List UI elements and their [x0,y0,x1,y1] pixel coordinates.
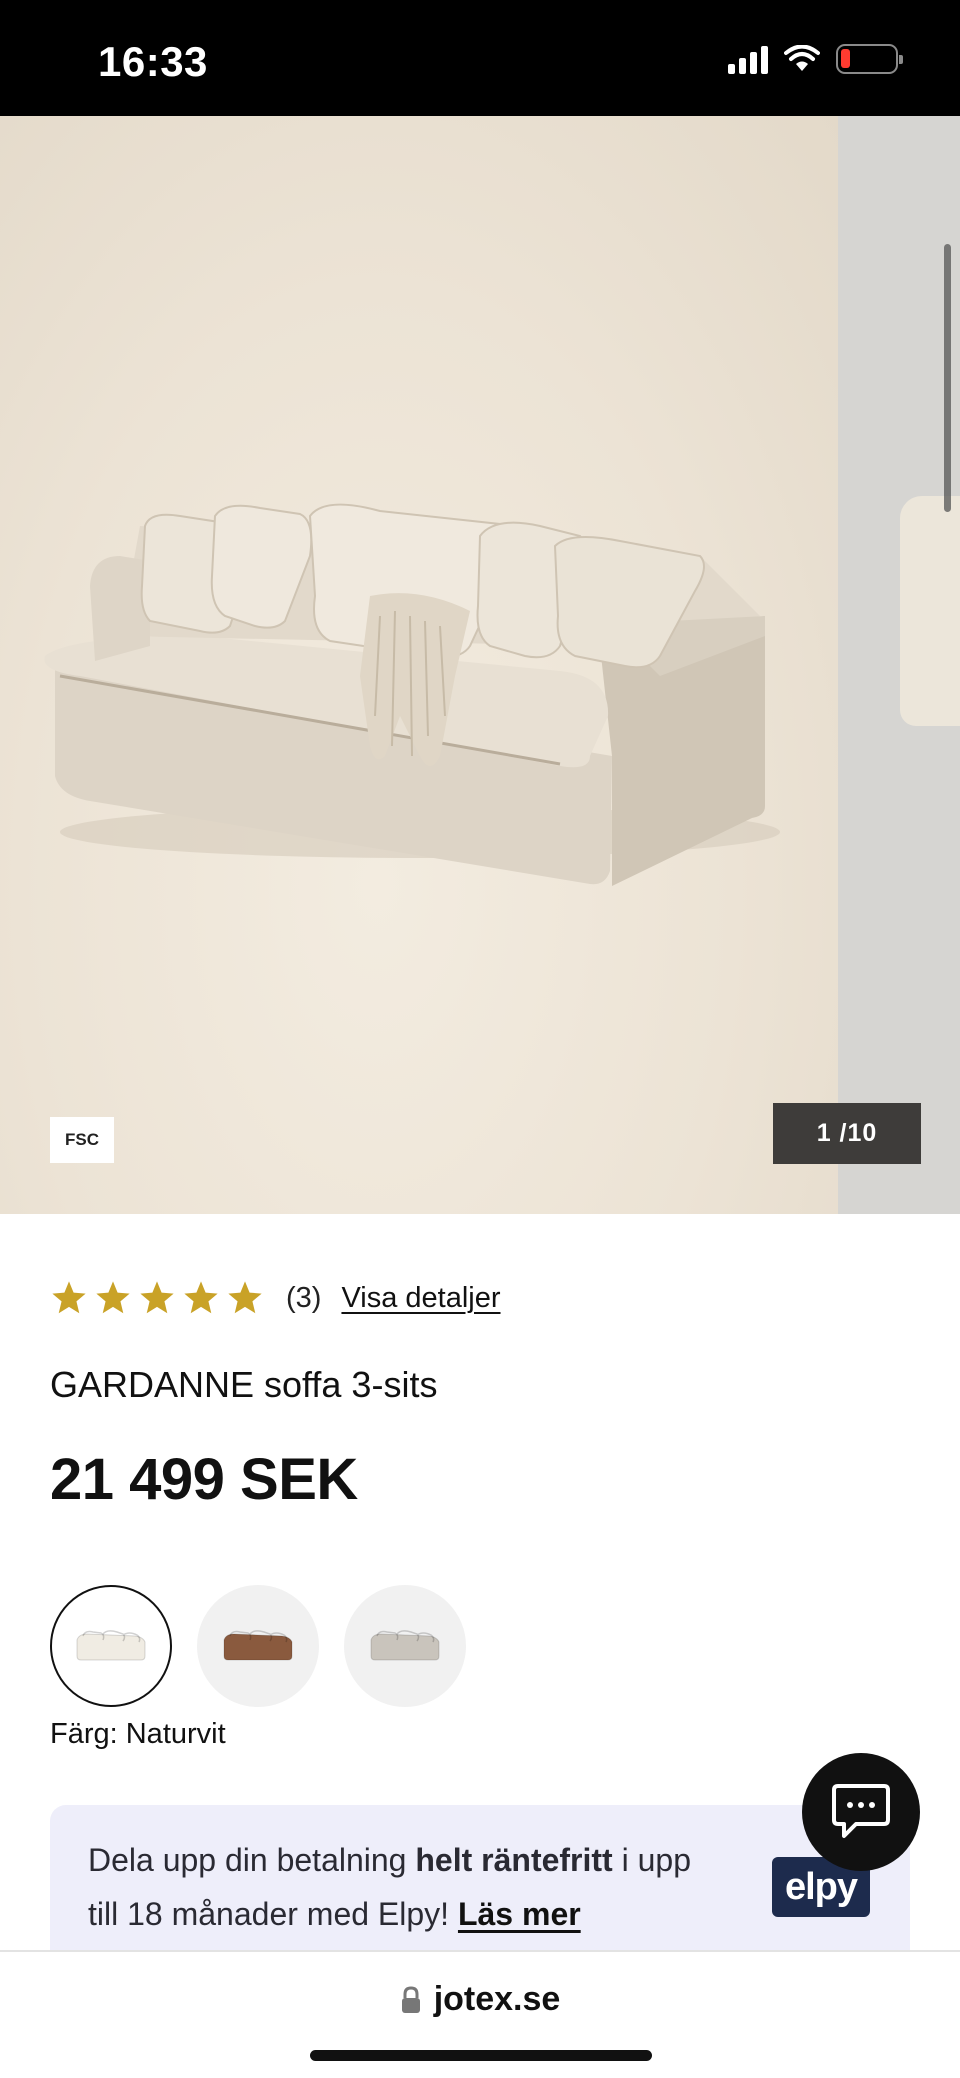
home-indicator[interactable] [310,2050,652,2061]
color-swatch-3[interactable] [344,1585,466,1707]
chat-button[interactable] [802,1753,920,1871]
gallery-slide-current[interactable]: FSC [0,116,838,1214]
status-icons [728,44,903,74]
address-bar[interactable]: jotex.se [0,1980,960,2019]
chat-bubble-icon [832,1784,890,1838]
star-icon [96,1281,130,1314]
elpy-banner-text: Dela upp din betalning helt räntefritt i… [88,1842,691,1932]
color-swatch-1[interactable] [50,1585,172,1707]
product-price: 21 499 SEK [50,1447,358,1512]
sofa-thumbnail-icon [76,1630,146,1661]
color-swatch-2[interactable] [197,1585,319,1707]
gallery-slide-next-peek[interactable] [838,116,960,1214]
battery-level [841,49,850,68]
elpy-payment-banner: Dela upp din betalning helt räntefritt i… [50,1805,910,1950]
wifi-icon [784,45,820,71]
signal-icon [728,44,768,74]
product-title: GARDANNE soffa 3-sits [50,1364,438,1405]
gallery-scrollbar[interactable] [944,244,951,512]
read-more-link[interactable]: Läs mer [458,1896,581,1932]
review-count: (3) [286,1281,322,1314]
sofa-thumbnail-icon [223,1630,293,1661]
view-details-link[interactable]: Visa detaljer [341,1282,500,1315]
image-counter: 1 /10 [773,1103,921,1164]
status-time: 16:33 [98,38,208,85]
battery-icon [836,44,903,74]
url-text: jotex.se [433,1980,561,2018]
star-icon [228,1281,262,1314]
fsc-badge: FSC [50,1117,114,1163]
browser-bar: jotex.se [0,1950,960,2078]
lock-icon [401,1985,420,2013]
sofa-thumbnail-icon [370,1630,440,1661]
color-label: Färg: Naturvit [50,1718,226,1750]
star-icon [140,1281,174,1314]
sofa-image [44,503,780,886]
color-swatches [50,1585,466,1707]
product-gallery[interactable]: FSC 1 /10 [0,116,960,1214]
star-icon [184,1281,218,1314]
rating-row: (3) Visa detaljer [50,1276,501,1320]
status-bar: 16:33 [0,0,960,116]
star-icon [52,1281,86,1314]
star-rating [50,1279,264,1317]
